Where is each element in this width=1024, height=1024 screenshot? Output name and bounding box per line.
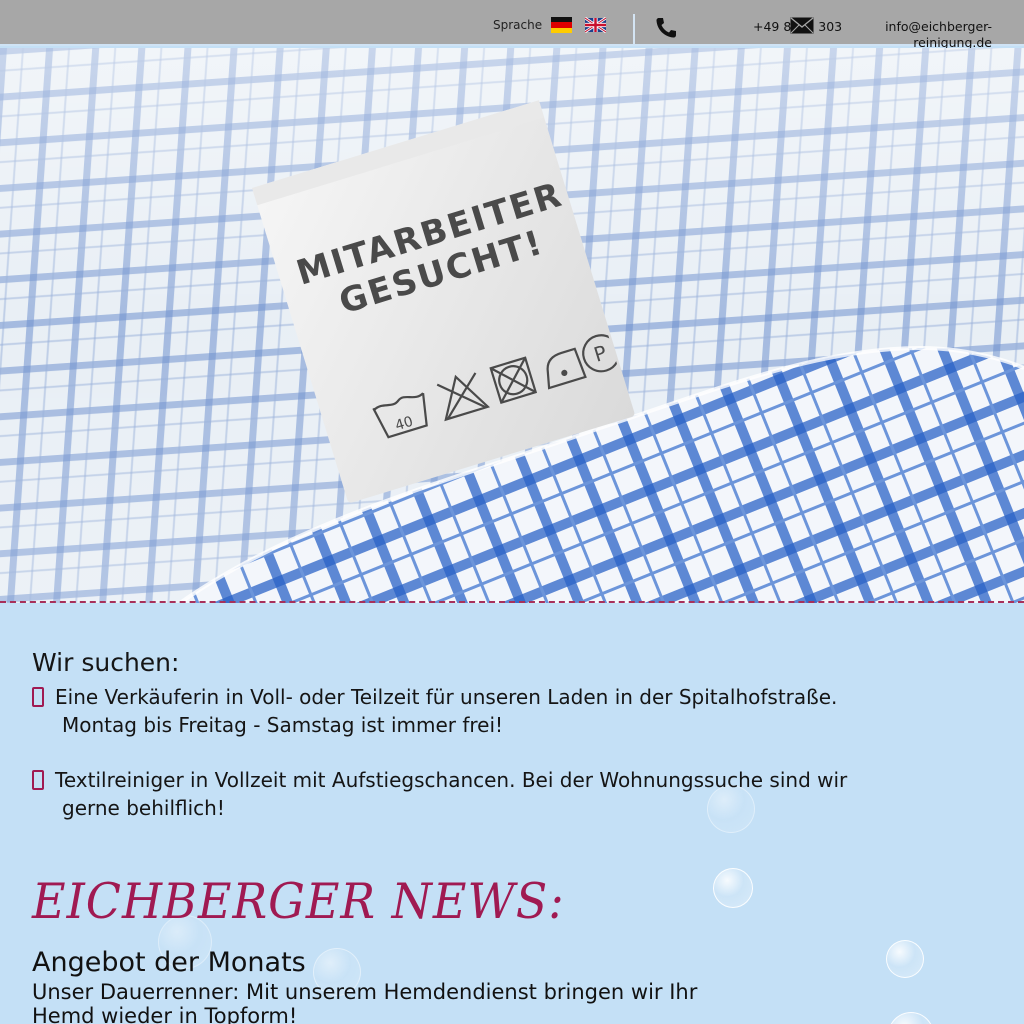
jobs-section: Wir suchen: Eine Verkäuferin in Voll- od… [32,648,992,849]
jobs-heading: Wir suchen: [32,648,180,677]
job-item: Eine Verkäuferin in Voll- oder Teilzeit … [32,683,992,739]
svg-text:P: P [591,340,610,366]
job-text-line1: Textilreiniger in Vollzeit mit Aufstiegs… [55,768,848,792]
hero-dashed-border [0,601,1024,603]
topbar-divider [633,14,635,44]
language-label: Sprache [493,18,543,32]
bullet-icon [32,770,44,790]
job-text-line2: gerne behilflich! [62,796,225,820]
top-bar: Sprache +49 85 303 info@eichberger- reini… [0,0,1024,50]
job-item: Textilreiniger in Vollzeit mit Aufstiegs… [32,766,992,822]
job-text-line2: Montag bis Freitag - Samstag ist immer f… [62,713,504,737]
job-text-line1: Eine Verkäuferin in Voll- oder Teilzeit … [55,685,838,709]
email-line-1: info@eichberger- [885,19,992,34]
flag-uk-icon[interactable] [585,17,606,33]
bubble-decoration [713,868,753,908]
bubble-decoration [886,940,924,978]
bullet-icon [32,687,44,707]
flag-de-icon[interactable] [551,17,572,33]
offer-text: Unser Dauerrenner: Mit unserem Hemdendie… [32,980,698,1024]
mail-icon[interactable] [790,17,814,34]
hero-image: MITARBEITER GESUCHT! 40 P [0,48,1024,603]
email-link[interactable]: info@eichberger- reinigung.de [882,19,992,51]
offer-title: Angebot der Monats [32,947,306,978]
bubble-decoration [888,1012,934,1024]
phone-icon[interactable] [654,16,678,40]
news-title: EICHBERGER NEWS: [32,872,565,930]
